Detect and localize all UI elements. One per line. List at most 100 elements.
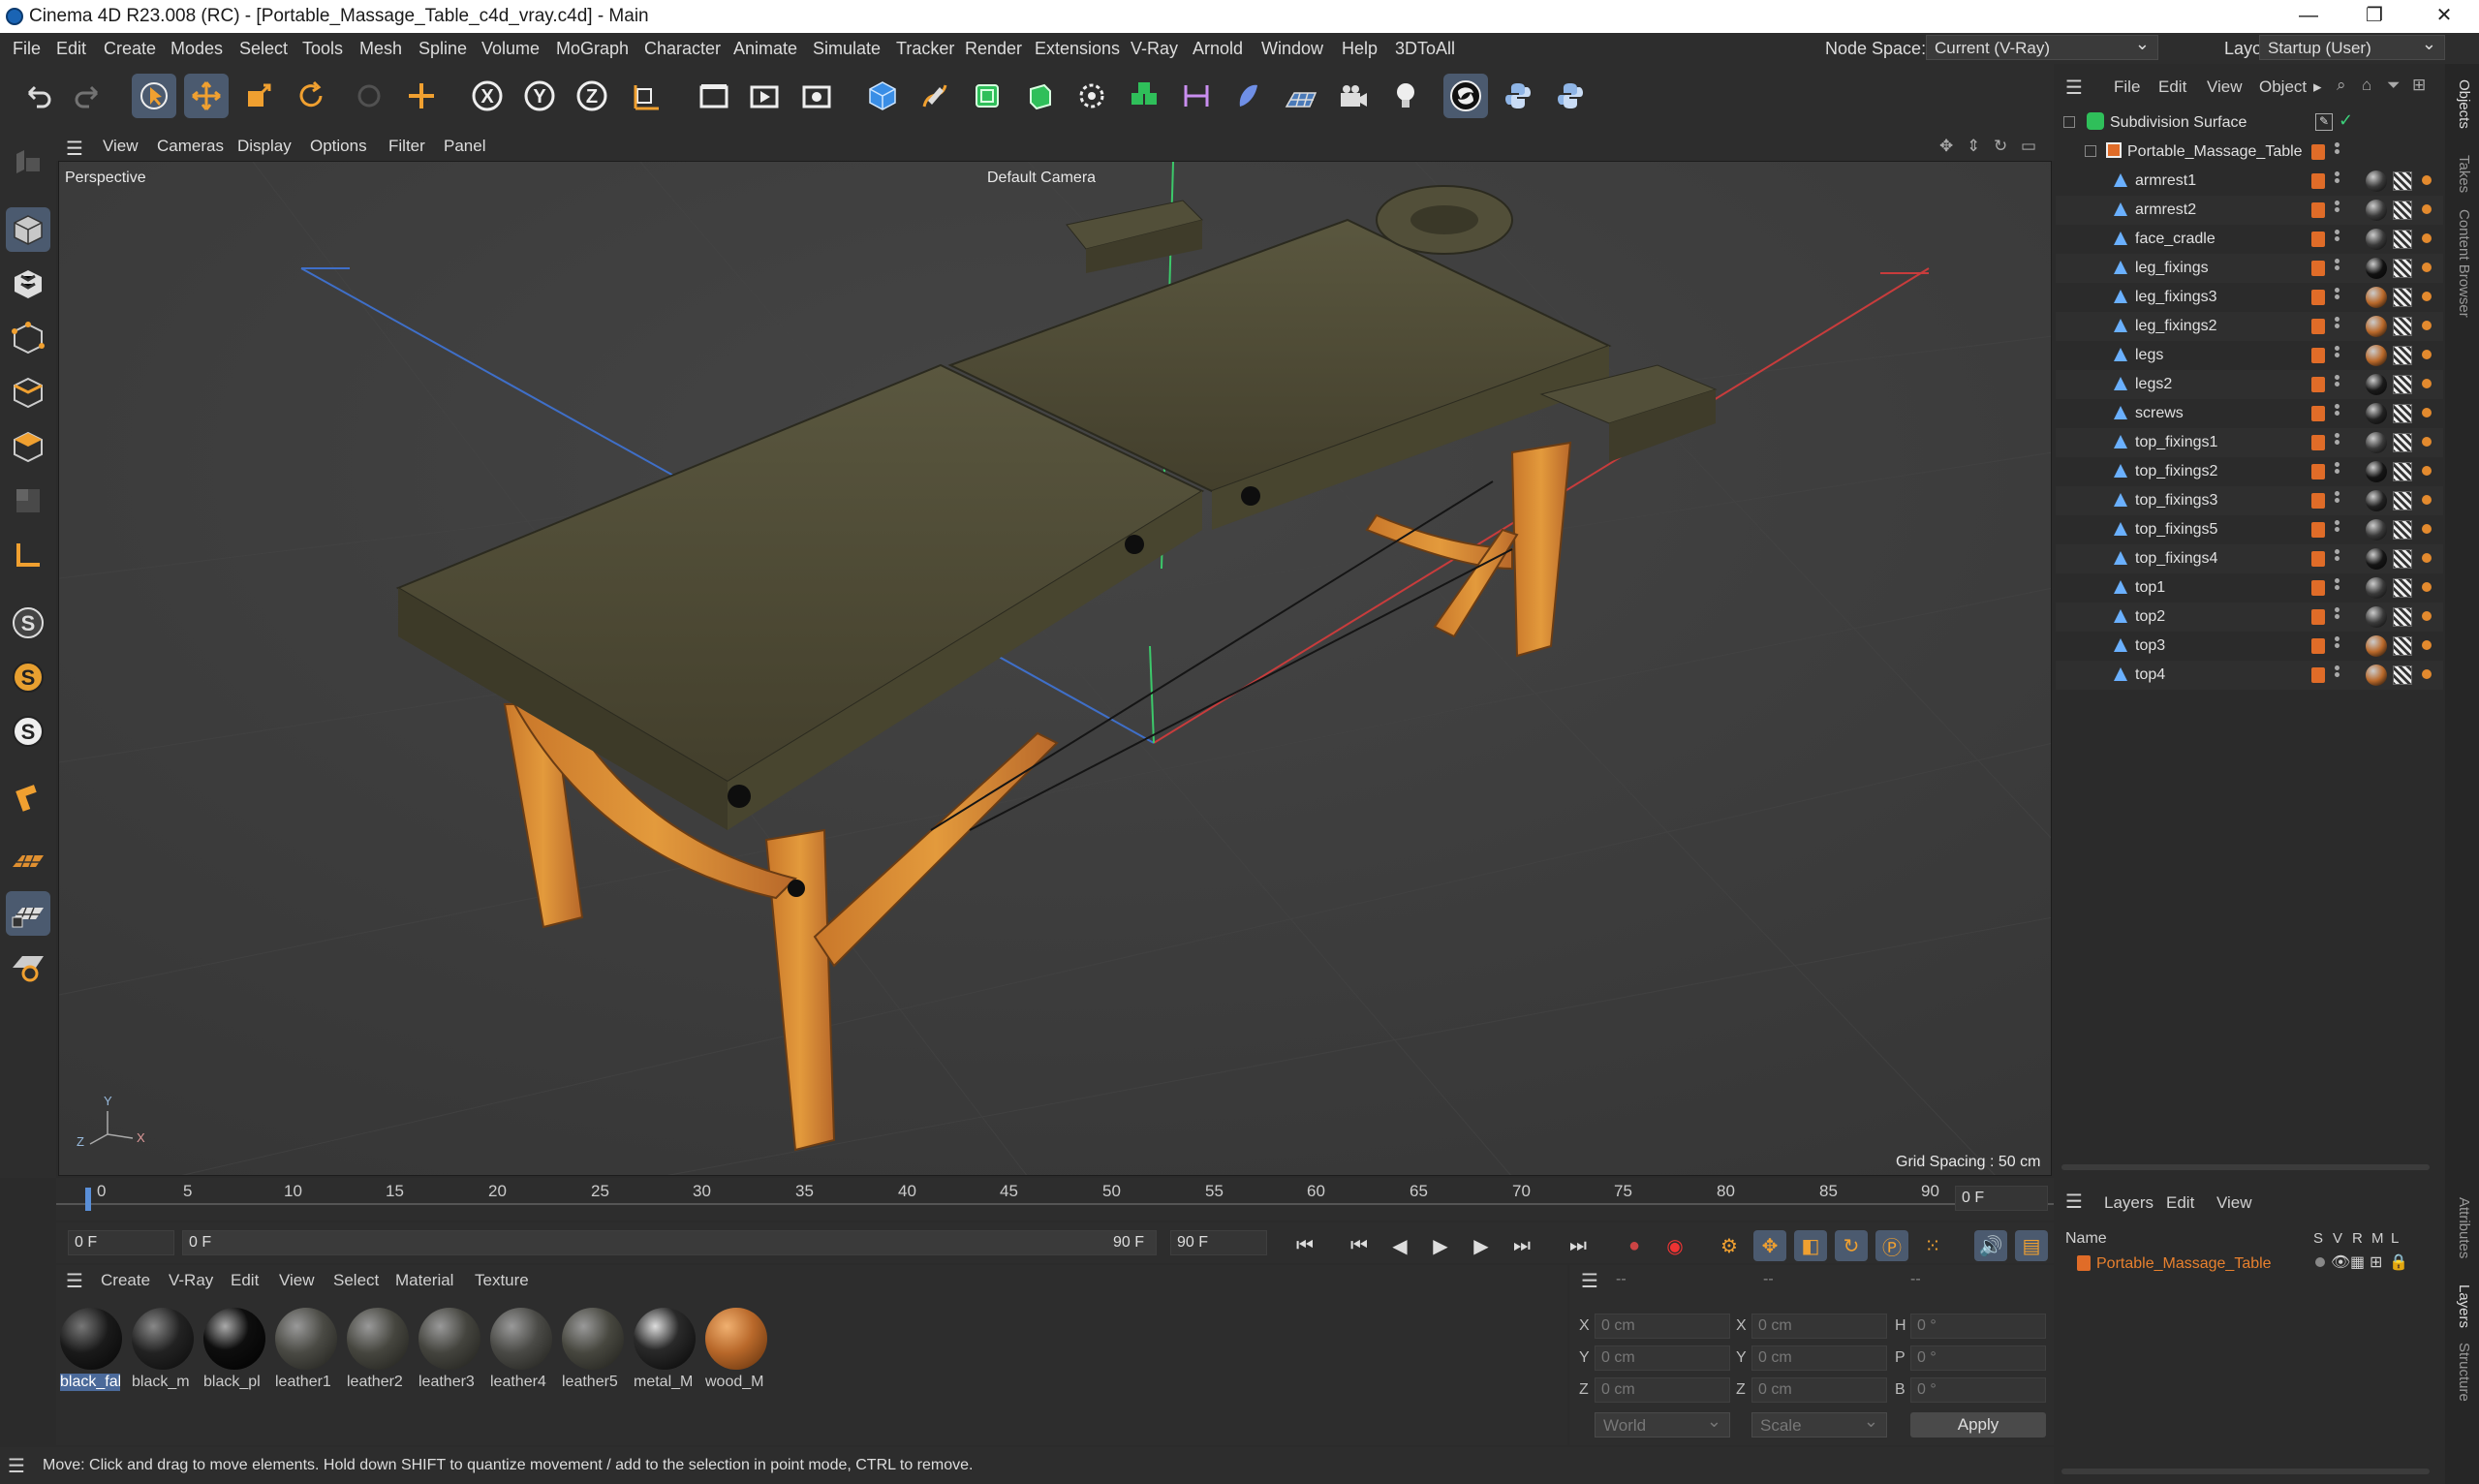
3d-viewport[interactable]: Perspective Default Camera Grid Spacing …	[58, 161, 2052, 1176]
material-tag-icon[interactable]	[2366, 432, 2387, 453]
material-label-black-m[interactable]: black_m	[132, 1374, 194, 1391]
node-space-dropdown[interactable]: Current (V-Ray)	[1926, 34, 2158, 60]
object-new-window-icon[interactable]: ⊞	[2412, 76, 2426, 95]
object-row-leg-fixings3[interactable]: leg_fixings3	[2056, 283, 2443, 312]
material-tag-icon[interactable]	[2366, 316, 2387, 337]
layer-render-icon[interactable]: ▦	[2350, 1252, 2365, 1272]
object-name[interactable]: armrest2	[2135, 201, 2196, 219]
viewport-toggle-icon[interactable]: ▭	[2021, 137, 2036, 156]
layer-color-swatch[interactable]	[2311, 406, 2325, 421]
snap-icon[interactable]: S	[6, 601, 50, 645]
make-editable-icon[interactable]	[6, 139, 50, 184]
visibility-dots-icon[interactable]	[2335, 373, 2340, 394]
menu-window[interactable]: Window	[1261, 39, 1323, 59]
object-menu-object[interactable]: Object	[2259, 77, 2307, 97]
object-menu-more-icon[interactable]: ▸	[2313, 77, 2322, 97]
key-selection-icon[interactable]: ⚙	[1713, 1230, 1746, 1261]
material-tag-icon[interactable]	[2366, 665, 2387, 686]
rot-h-field[interactable]: 0 °	[1910, 1314, 2046, 1339]
python-script-icon[interactable]	[1496, 74, 1540, 118]
side-tab-takes[interactable]: Takes	[2456, 155, 2472, 193]
object-row-top3[interactable]: top3	[2056, 632, 2443, 661]
workplane-icon[interactable]	[6, 839, 50, 883]
menu-create[interactable]: Create	[104, 39, 156, 59]
object-row-top4[interactable]: top4	[2056, 661, 2443, 690]
menu-animate[interactable]: Animate	[733, 39, 797, 59]
key-pla-icon[interactable]: ⁙	[1916, 1230, 1949, 1261]
uvw-tag-icon[interactable]	[2393, 520, 2412, 540]
material-label-leather5[interactable]: leather5	[562, 1374, 624, 1391]
record-keys-icon[interactable]: ●	[1618, 1230, 1651, 1261]
layer-color-swatch[interactable]	[2311, 638, 2325, 654]
uvw-tag-icon[interactable]	[2393, 171, 2412, 191]
material-tag-icon[interactable]	[2366, 345, 2387, 366]
viewport-menu-view[interactable]: View	[103, 137, 139, 156]
key-parameter-icon[interactable]: Ⓟ	[1875, 1230, 1908, 1261]
object-name[interactable]: top3	[2135, 637, 2165, 655]
visibility-dots-icon[interactable]	[2335, 576, 2340, 598]
timeline-ruler[interactable]: 0 5 10 15 20 25 30 35 40 45 50 55 60 65 …	[56, 1178, 2054, 1221]
object-row-portable-massage-table[interactable]: Portable_Massage_Table	[2056, 138, 2443, 167]
timeline-playhead[interactable]	[85, 1188, 91, 1211]
visibility-dots-icon[interactable]	[2335, 228, 2340, 249]
layer-color-swatch[interactable]	[2311, 377, 2325, 392]
uvw-tag-icon[interactable]	[2393, 288, 2412, 307]
vray-tag-icon[interactable]	[2422, 233, 2432, 243]
material-tag-icon[interactable]	[2366, 548, 2387, 570]
size-mode-dropdown[interactable]: Scale	[1751, 1411, 1887, 1438]
material-tag-icon[interactable]	[2366, 490, 2387, 511]
side-tab-content-browser[interactable]: Content Browser	[2456, 209, 2472, 318]
uvw-tag-icon[interactable]	[2393, 201, 2412, 220]
layer-visible-eye-icon[interactable]: 👁	[2331, 1252, 2350, 1272]
object-name[interactable]: legs	[2135, 347, 2163, 364]
x-axis-lock-icon[interactable]: X	[465, 74, 510, 118]
status-hamburger-icon[interactable]: ☰	[8, 1454, 25, 1478]
polygons-mode-icon[interactable]	[6, 424, 50, 469]
menu-vray[interactable]: V-Ray	[1131, 39, 1178, 59]
timeline-window-icon[interactable]: ▤	[2015, 1230, 2048, 1261]
menu-character[interactable]: Character	[644, 39, 721, 59]
vray-tag-icon[interactable]	[2422, 175, 2432, 185]
vray-render-icon[interactable]	[1443, 74, 1488, 118]
object-menu-edit[interactable]: Edit	[2158, 77, 2186, 97]
python-script-2-icon[interactable]	[1548, 74, 1593, 118]
material-label-black-pl[interactable]: black_pl	[203, 1374, 265, 1391]
visibility-dots-icon[interactable]	[2335, 199, 2340, 220]
viewport-menu-display[interactable]: Display	[237, 137, 292, 156]
layer-horizontal-scrollbar[interactable]	[2061, 1469, 2430, 1474]
layer-manager-icon[interactable]: ⊞	[2370, 1252, 2382, 1272]
menu-file[interactable]: File	[13, 39, 41, 59]
pos-z-field[interactable]: 0 cm	[1595, 1377, 1730, 1403]
material-tag-icon[interactable]	[2366, 461, 2387, 482]
vray-tag-icon[interactable]	[2422, 263, 2432, 272]
object-row-top-fixings5[interactable]: top_fixings5	[2056, 515, 2443, 544]
object-horizontal-scrollbar[interactable]	[2061, 1164, 2430, 1170]
visibility-dots-icon[interactable]	[2335, 402, 2340, 423]
key-rotation-icon[interactable]: ↻	[1835, 1230, 1868, 1261]
viewport-pan-icon[interactable]: ✥	[1939, 137, 1953, 156]
layer-color-swatch[interactable]	[2311, 493, 2325, 509]
cube-primitive-icon[interactable]	[860, 74, 905, 118]
uvw-tag-icon[interactable]	[2393, 607, 2412, 627]
material-label-leather2[interactable]: leather2	[347, 1374, 409, 1391]
menu-edit[interactable]: Edit	[56, 39, 86, 59]
vray-tag-icon[interactable]	[2422, 437, 2432, 447]
uvw-tag-icon[interactable]	[2393, 317, 2412, 336]
uvw-tag-icon[interactable]	[2393, 578, 2412, 598]
viewport-menu-options[interactable]: Options	[310, 137, 367, 156]
visibility-dots-icon[interactable]	[2335, 547, 2340, 569]
material-menu-select[interactable]: Select	[333, 1271, 379, 1290]
layer-color-swatch[interactable]	[2311, 173, 2325, 189]
size-x-field[interactable]: 0 cm	[1751, 1314, 1887, 1339]
uv-mode-icon[interactable]	[6, 479, 50, 523]
layer-menu-edit[interactable]: Edit	[2166, 1193, 2194, 1213]
object-row-top2[interactable]: top2	[2056, 603, 2443, 632]
material-label-leather1[interactable]: leather1	[275, 1374, 337, 1391]
layer-color-swatch[interactable]	[2311, 522, 2325, 538]
material-swatch-wood-m[interactable]	[705, 1308, 767, 1370]
layer-menu-view[interactable]: View	[2216, 1193, 2252, 1213]
apply-button[interactable]: Apply	[1910, 1412, 2046, 1438]
pos-y-field[interactable]: 0 cm	[1595, 1345, 1730, 1371]
uvw-tag-icon[interactable]	[2393, 491, 2412, 510]
vray-tag-icon[interactable]	[2422, 640, 2432, 650]
